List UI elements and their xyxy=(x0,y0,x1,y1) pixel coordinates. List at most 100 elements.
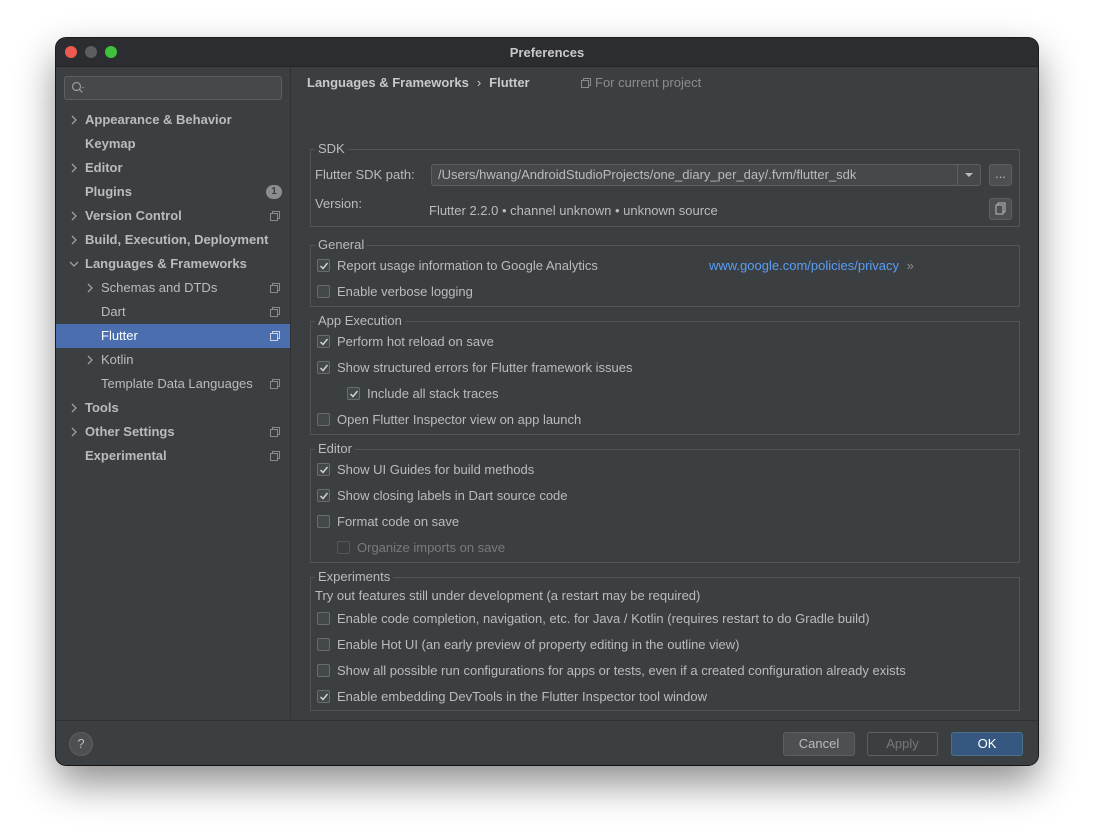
project-scope-text: For current project xyxy=(595,75,702,90)
sidebar-item-label: Kotlin xyxy=(101,352,134,367)
settings-content: Languages & Frameworks › Flutter For curre… xyxy=(291,67,1038,719)
ui-guides-checkbox[interactable]: Show UI Guides for build methods xyxy=(317,460,817,480)
closing-labels-checkbox[interactable]: Show closing labels in Dart source code xyxy=(317,486,817,506)
ok-button[interactable]: OK xyxy=(951,732,1023,756)
verbose-logging-checkbox[interactable]: Enable verbose logging xyxy=(317,282,717,302)
browse-sdk-button[interactable]: ... xyxy=(989,164,1012,186)
dialog-footer: ? Cancel Apply OK xyxy=(56,720,1038,765)
help-button[interactable]: ? xyxy=(69,732,93,756)
sidebar-item-kotlin[interactable]: Kotlin xyxy=(56,348,290,372)
checkbox-checked[interactable] xyxy=(317,489,330,502)
title-bar: Preferences xyxy=(56,38,1038,67)
breadcrumb-separator: › xyxy=(476,75,482,90)
general-group: General Report usage information to Goog… xyxy=(310,237,1020,307)
apply-button[interactable]: Apply xyxy=(867,732,938,756)
sidebar-item-editor[interactable]: Editor xyxy=(56,156,290,180)
chevron-right-icon[interactable] xyxy=(69,235,79,245)
ui-guides-label: Show UI Guides for build methods xyxy=(337,462,535,477)
app-execution-legend: App Execution xyxy=(315,313,405,328)
search-icon xyxy=(71,81,84,93)
project-scope-icon xyxy=(270,379,280,389)
checkbox-unchecked[interactable] xyxy=(317,638,330,651)
checkbox-unchecked[interactable] xyxy=(317,515,330,528)
structured-errors-checkbox[interactable]: Show structured errors for Flutter frame… xyxy=(317,358,817,378)
sidebar-item-label: Version Control xyxy=(85,208,182,223)
checkbox-checked[interactable] xyxy=(317,361,330,374)
sidebar-item-other-settings[interactable]: Other Settings xyxy=(56,420,290,444)
sidebar-item-label: Build, Execution, Deployment xyxy=(85,232,269,247)
checkbox-checked[interactable] xyxy=(317,690,330,703)
general-legend: General xyxy=(315,237,368,252)
hot-reload-checkbox[interactable]: Perform hot reload on save xyxy=(317,332,817,352)
checkbox-unchecked[interactable] xyxy=(317,612,330,625)
copy-icon xyxy=(995,202,1006,215)
checkbox-checked[interactable] xyxy=(317,463,330,476)
privacy-policy-link[interactable]: www.google.com/policies/privacy » xyxy=(709,256,949,276)
checkbox-checked[interactable] xyxy=(317,335,330,348)
chevron-right-icon[interactable] xyxy=(69,427,79,437)
structured-errors-label: Show structured errors for Flutter frame… xyxy=(337,360,633,375)
chevron-right-icon[interactable] xyxy=(85,355,95,365)
flutter-sdk-path-combobox[interactable]: /Users/hwang/AndroidStudioProjects/one_d… xyxy=(431,164,981,186)
sdk-path-value: /Users/hwang/AndroidStudioProjects/one_d… xyxy=(438,167,857,182)
sidebar-item-dart[interactable]: Dart xyxy=(56,300,290,324)
sidebar-item-schemas-dtds[interactable]: Schemas and DTDs xyxy=(56,276,290,300)
editor-legend: Editor xyxy=(315,441,355,456)
chevron-right-icon[interactable] xyxy=(69,403,79,413)
settings-search-input[interactable] xyxy=(64,76,282,100)
sidebar-item-label: Tools xyxy=(85,400,119,415)
cancel-button[interactable]: Cancel xyxy=(783,732,855,756)
stack-traces-checkbox[interactable]: Include all stack traces xyxy=(347,384,747,404)
hot-ui-checkbox[interactable]: Enable Hot UI (an early preview of prope… xyxy=(317,635,1007,655)
breadcrumb-current: Flutter xyxy=(489,75,530,90)
checkbox-unchecked[interactable] xyxy=(317,664,330,677)
sidebar-item-languages-frameworks[interactable]: Languages & Frameworks xyxy=(56,252,290,276)
breadcrumb-parent[interactable]: Languages & Frameworks xyxy=(307,75,469,90)
sdk-path-label-text: Flutter SDK path: xyxy=(315,167,415,182)
stack-traces-label: Include all stack traces xyxy=(367,386,499,401)
sidebar-item-keymap[interactable]: Keymap xyxy=(56,132,290,156)
privacy-link-text[interactable]: www.google.com/policies/privacy xyxy=(709,258,899,273)
sidebar-item-label: Editor xyxy=(85,160,123,175)
checkbox-unchecked[interactable] xyxy=(317,413,330,426)
sidebar-item-flutter[interactable]: Flutter xyxy=(56,324,290,348)
sidebar-item-label: Schemas and DTDs xyxy=(101,280,218,295)
chevron-right-icon[interactable] xyxy=(69,115,79,125)
sidebar-item-template-data-languages[interactable]: Template Data Languages xyxy=(56,372,290,396)
chevron-right-icon[interactable] xyxy=(85,283,95,293)
project-scope-icon xyxy=(270,283,280,293)
sidebar-item-build-execution-deployment[interactable]: Build, Execution, Deployment xyxy=(56,228,290,252)
sidebar-item-version-control[interactable]: Version Control xyxy=(56,204,290,228)
breadcrumb: Languages & Frameworks › Flutter xyxy=(307,75,530,90)
sidebar-item-label: Languages & Frameworks xyxy=(85,256,247,271)
run-configs-checkbox[interactable]: Show all possible run configurations for… xyxy=(317,661,1007,681)
checkbox-unchecked[interactable] xyxy=(317,285,330,298)
chevron-right-icon[interactable] xyxy=(69,211,79,221)
copy-version-button[interactable] xyxy=(989,198,1012,220)
checkbox-checked[interactable] xyxy=(317,259,330,272)
sidebar-item-experimental[interactable]: Experimental xyxy=(56,444,290,468)
experiments-description-text: Try out features still under development… xyxy=(315,588,701,603)
open-inspector-checkbox[interactable]: Open Flutter Inspector view on app launc… xyxy=(317,410,817,430)
sidebar-item-appearance-behavior[interactable]: Appearance & Behavior xyxy=(56,108,290,132)
code-completion-checkbox[interactable]: Enable code completion, navigation, etc.… xyxy=(317,609,1007,629)
checkbox-checked[interactable] xyxy=(347,387,360,400)
sidebar-item-tools[interactable]: Tools xyxy=(56,396,290,420)
project-scope-icon xyxy=(270,427,280,437)
sidebar-item-label: Other Settings xyxy=(85,424,175,439)
devtools-checkbox[interactable]: Enable embedding DevTools in the Flutter… xyxy=(317,687,1007,707)
project-scope-icon xyxy=(270,331,280,341)
chevron-down-icon[interactable] xyxy=(957,165,980,185)
open-inspector-label: Open Flutter Inspector view on app launc… xyxy=(337,412,582,427)
report-usage-checkbox[interactable]: Report usage information to Google Analy… xyxy=(317,256,717,276)
chevron-down-icon[interactable] xyxy=(69,259,79,269)
format-on-save-checkbox[interactable]: Format code on save xyxy=(317,512,817,532)
checkbox-disabled xyxy=(337,541,350,554)
sidebar-item-label: Keymap xyxy=(85,136,136,151)
project-scope-label: For current project xyxy=(581,75,701,90)
settings-sidebar: Appearance & Behavior Keymap Editor Plug… xyxy=(56,67,291,719)
settings-tree: Appearance & Behavior Keymap Editor Plug… xyxy=(56,108,290,468)
sidebar-item-plugins[interactable]: Plugins 1 xyxy=(56,180,290,204)
chevron-right-icon[interactable] xyxy=(69,163,79,173)
experiments-legend: Experiments xyxy=(315,569,394,584)
